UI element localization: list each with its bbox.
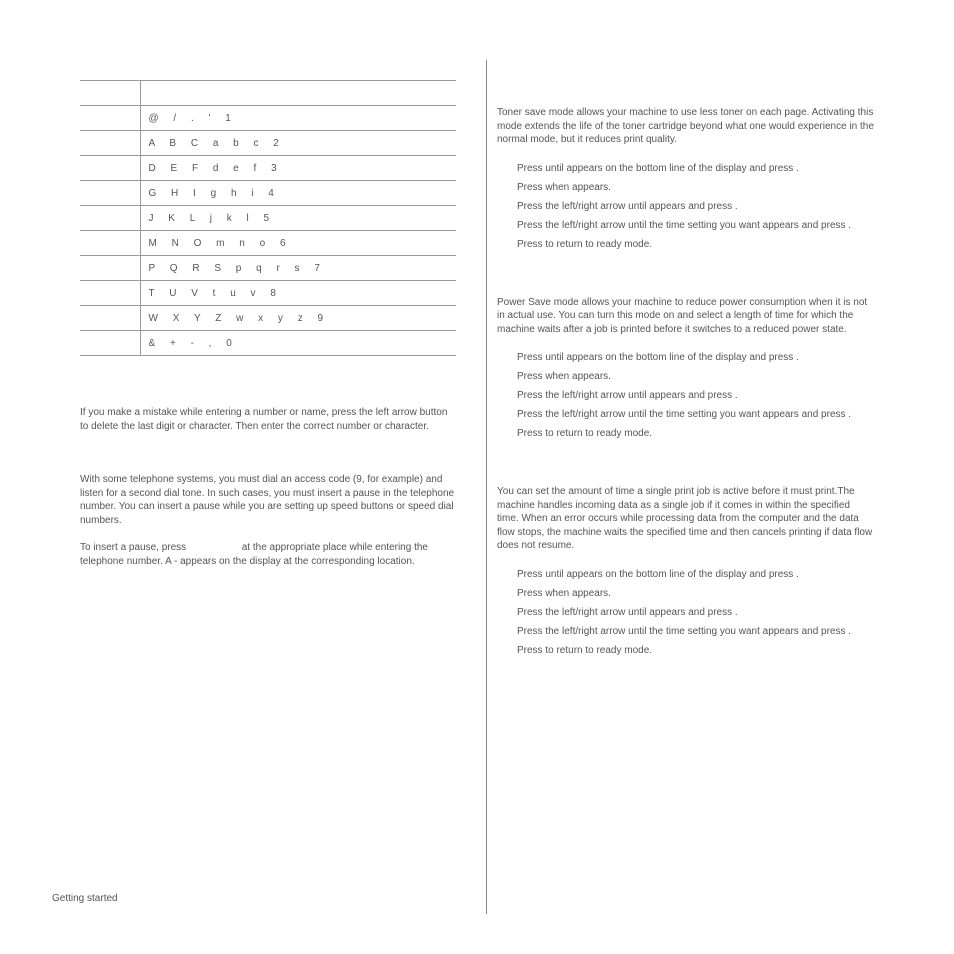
step-item: Press to return to ready mode. bbox=[517, 426, 874, 441]
table-row: D E F d e f 3 bbox=[80, 156, 456, 181]
step-item: Press when appears. bbox=[517, 180, 874, 195]
left-column: @ / . ' 1 A B C a b c 2 D E F d e f 3 G … bbox=[70, 60, 487, 914]
table-row: M N O m n o 6 bbox=[80, 231, 456, 256]
step-item: Press the left/right arrow until appears… bbox=[517, 199, 874, 214]
step-item: Press to return to ready mode. bbox=[517, 237, 874, 252]
step-item: Press the left/right arrow until the tim… bbox=[517, 407, 874, 422]
job-timeout-steps: Press until appears on the bottom line o… bbox=[497, 567, 874, 658]
pause-intro-text: With some telephone systems, you must di… bbox=[80, 473, 456, 527]
step-item: Press the left/right arrow until the tim… bbox=[517, 624, 874, 639]
correcting-mistake-text: If you make a mistake while entering a n… bbox=[80, 406, 456, 433]
pause-instruction-text: To insert a pause, press at the appropri… bbox=[80, 541, 456, 568]
step-item: Press the left/right arrow until the tim… bbox=[517, 218, 874, 233]
step-item: Press until appears on the bottom line o… bbox=[517, 350, 874, 365]
power-save-intro: Power Save mode allows your machine to r… bbox=[497, 296, 874, 337]
toner-save-intro: Toner save mode allows your machine to u… bbox=[497, 106, 874, 147]
step-item: Press until appears on the bottom line o… bbox=[517, 567, 874, 582]
table-row: P Q R S p q r s 7 bbox=[80, 256, 456, 281]
table-row: J K L j k l 5 bbox=[80, 206, 456, 231]
step-item: Press the left/right arrow until appears… bbox=[517, 388, 874, 403]
table-row: & + - , 0 bbox=[80, 331, 456, 356]
character-keypad-table: @ / . ' 1 A B C a b c 2 D E F d e f 3 G … bbox=[80, 80, 456, 356]
step-item: Press to return to ready mode. bbox=[517, 643, 874, 658]
step-item: Press when appears. bbox=[517, 369, 874, 384]
power-save-steps: Press until appears on the bottom line o… bbox=[497, 350, 874, 441]
job-timeout-intro: You can set the amount of time a single … bbox=[497, 485, 874, 553]
step-item: Press until appears on the bottom line o… bbox=[517, 161, 874, 176]
footer-text: Getting started bbox=[52, 893, 118, 904]
right-column: Toner save mode allows your machine to u… bbox=[487, 60, 904, 914]
table-row: G H I g h i 4 bbox=[80, 181, 456, 206]
table-row: A B C a b c 2 bbox=[80, 131, 456, 156]
step-item: Press when appears. bbox=[517, 586, 874, 601]
step-item: Press the left/right arrow until appears… bbox=[517, 605, 874, 620]
table-row: @ / . ' 1 bbox=[80, 106, 456, 131]
table-row bbox=[80, 81, 456, 106]
toner-save-steps: Press until appears on the bottom line o… bbox=[497, 161, 874, 252]
table-row: W X Y Z w x y z 9 bbox=[80, 306, 456, 331]
table-row: T U V t u v 8 bbox=[80, 281, 456, 306]
